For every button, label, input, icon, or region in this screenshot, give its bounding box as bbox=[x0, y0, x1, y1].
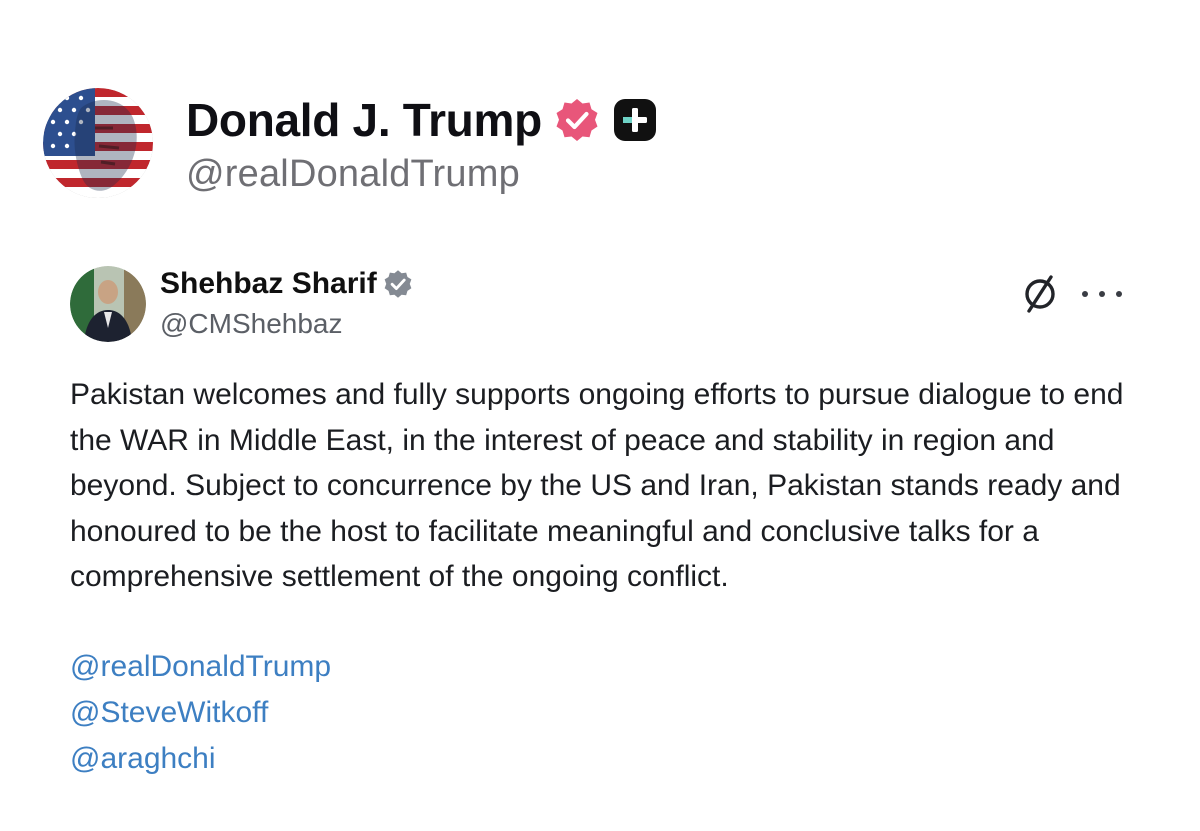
outer-author-block: Donald J. Trump @realDonaldTrump bbox=[186, 91, 658, 196]
tweet-handle[interactable]: @CMShehbaz bbox=[160, 308, 413, 340]
outer-name-row: Donald J. Trump bbox=[186, 91, 658, 149]
more-dot bbox=[1082, 291, 1088, 297]
tweet-name-row: Shehbaz Sharif bbox=[160, 262, 413, 306]
mention-link[interactable]: @araghchi bbox=[70, 736, 216, 782]
tweet-text: Pakistan welcomes and fully supports ong… bbox=[70, 378, 1124, 593]
tweet-display-name[interactable]: Shehbaz Sharif bbox=[160, 267, 377, 301]
grok-icon[interactable] bbox=[1018, 272, 1062, 316]
mention-link[interactable]: @SteveWitkoff bbox=[70, 690, 268, 736]
mention-link[interactable]: @realDonaldTrump bbox=[70, 644, 331, 690]
more-icon[interactable] bbox=[1082, 284, 1122, 304]
verified-badge-icon bbox=[554, 97, 600, 143]
outer-display-name[interactable]: Donald J. Trump bbox=[186, 93, 542, 147]
tweet-avatar[interactable] bbox=[70, 266, 146, 342]
avatar-flag-portrait-image bbox=[43, 88, 153, 198]
more-dot bbox=[1099, 291, 1105, 297]
tweet-body: Pakistan welcomes and fully supports ong… bbox=[70, 372, 1150, 782]
embedded-tweet: Shehbaz Sharif @CMShehbaz Pakistan welco… bbox=[70, 262, 1150, 782]
more-dot bbox=[1116, 291, 1122, 297]
screenshot-page: Donald J. Trump @realDonaldTrump Shehbaz… bbox=[0, 0, 1200, 831]
mention-list: @realDonaldTrump @SteveWitkoff @araghchi bbox=[70, 644, 1150, 782]
tweet-author-block: Shehbaz Sharif @CMShehbaz bbox=[160, 262, 413, 340]
tweet-header: Shehbaz Sharif @CMShehbaz bbox=[70, 262, 1150, 342]
outer-handle[interactable]: @realDonaldTrump bbox=[186, 153, 658, 196]
tweet-avatar-portrait-image bbox=[70, 266, 146, 342]
outer-post-header: Donald J. Trump @realDonaldTrump bbox=[43, 88, 658, 198]
verified-badge-icon bbox=[383, 269, 413, 299]
tweet-actions bbox=[1018, 272, 1122, 316]
plus-badge-icon bbox=[612, 97, 658, 143]
avatar[interactable] bbox=[43, 88, 153, 198]
